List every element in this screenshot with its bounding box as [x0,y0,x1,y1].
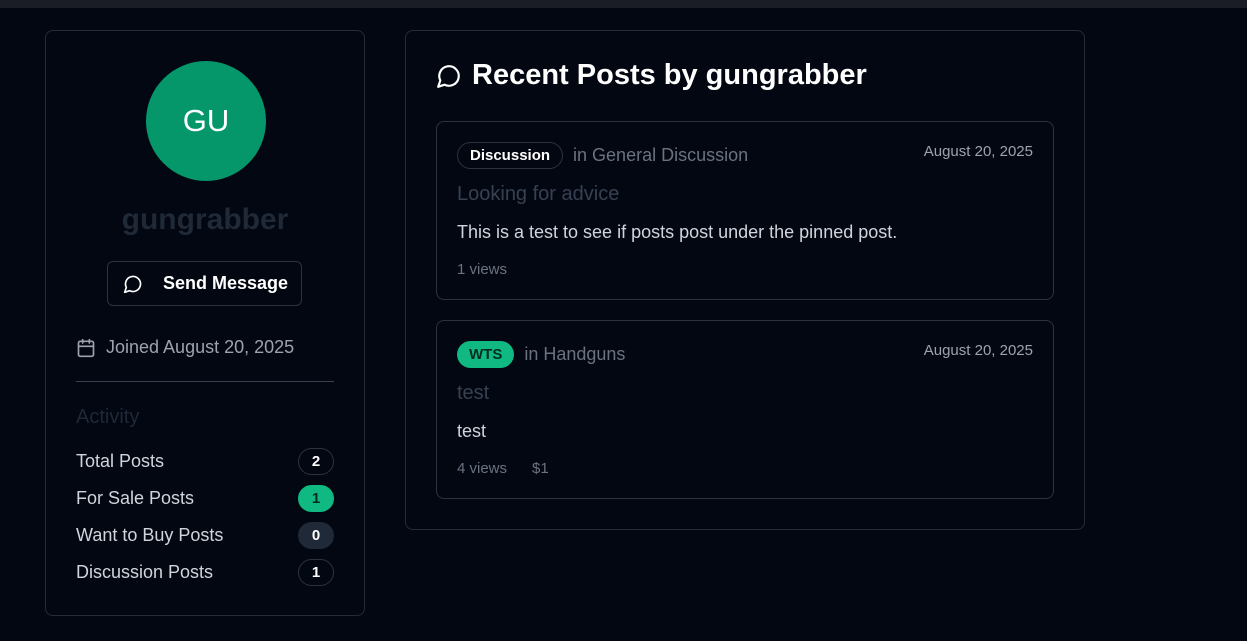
send-message-label: Send Message [163,273,289,293]
post-views: 4 views [457,460,508,477]
stat-discussion-posts: Discussion Posts 1 [76,558,334,586]
recent-posts-heading: Recent Posts by gungrabber [436,59,867,92]
recent-posts-card: Recent Posts by gungrabber Discussion in… [405,30,1085,530]
post-category: in Handguns [524,344,626,364]
post-title[interactable]: test [457,382,489,405]
post-type-tag: Discussion [457,142,564,169]
stat-total-posts: Total Posts 2 [76,447,334,475]
joined-text: Joined August 20, 2025 [106,337,295,357]
post-header: WTS in Handguns [457,341,625,368]
message-circle-icon [123,274,143,294]
post-category: in General Discussion [573,145,749,165]
post-meta: 1 views [457,261,507,278]
post-card[interactable]: Discussion in General Discussion August … [436,121,1054,300]
send-message-button[interactable]: Send Message [107,261,302,306]
joined-date: Joined August 20, 2025 [76,337,294,358]
stat-label: Discussion Posts [76,561,214,582]
top-bar [0,0,1247,8]
stat-count-badge: 0 [298,521,334,549]
avatar: GU [146,61,266,181]
stat-label: Want to Buy Posts [76,524,224,545]
calendar-icon [76,338,96,358]
post-title[interactable]: Looking for advice [457,183,619,206]
profile-card: GU gungrabber Send Message Joined August… [45,30,365,616]
stat-label: Total Posts [76,450,165,471]
stat-want-to-buy-posts: Want to Buy Posts 0 [76,521,334,549]
post-type-tag: WTS [457,341,515,368]
post-date: August 20, 2025 [923,342,1033,359]
recent-posts-title: Recent Posts by gungrabber [472,59,867,91]
stat-count-badge: 2 [298,447,334,475]
post-body: This is a test to see if posts post unde… [457,222,898,242]
post-body: test [457,421,487,441]
divider [76,381,334,382]
post-card[interactable]: WTS in Handguns August 20, 2025 test tes… [436,320,1054,499]
stat-for-sale-posts: For Sale Posts 1 [76,484,334,512]
post-meta: 4 views $1 [457,460,549,477]
stat-count-badge: 1 [298,558,334,586]
profile-username: gungrabber [121,203,289,236]
post-header: Discussion in General Discussion [457,142,748,169]
stat-count-badge: 1 [298,484,334,512]
post-price: $1 [532,460,549,477]
message-circle-icon [436,63,462,89]
activity-heading: Activity [76,406,140,428]
post-views: 1 views [457,261,508,278]
stat-label: For Sale Posts [76,487,195,508]
post-date: August 20, 2025 [923,143,1033,160]
avatar-initials: GU [182,103,230,138]
